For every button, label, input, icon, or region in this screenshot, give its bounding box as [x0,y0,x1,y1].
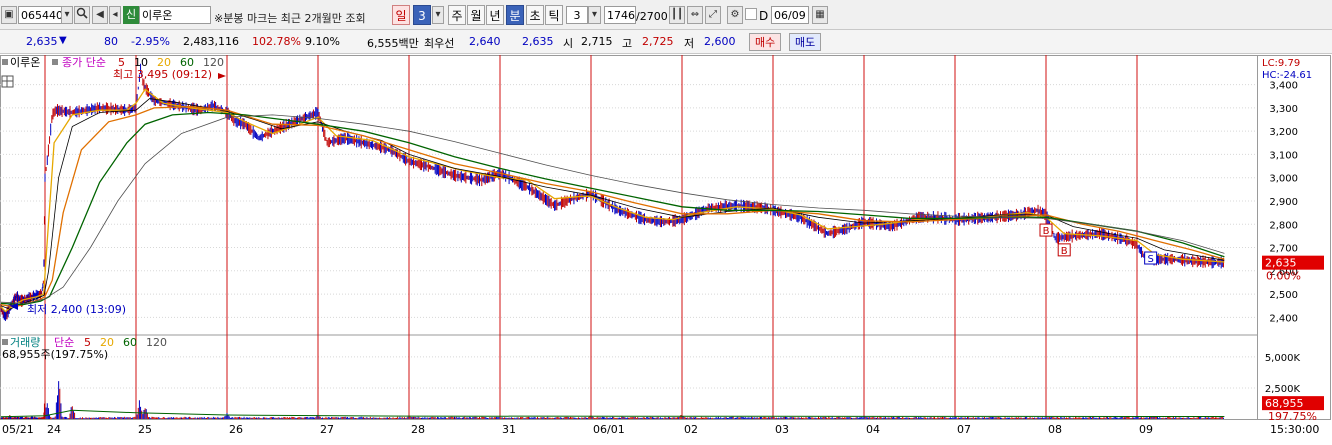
price-tick-label: 2,800 [1269,220,1298,231]
quote-bar: 2,635 ▼ 80 -2.95% 2,483,116 102.78% 9.10… [0,30,1332,54]
low-label: 저 [684,37,695,50]
fit-icon[interactable]: ⇔ [687,6,703,24]
period-week[interactable]: 주 [448,5,466,25]
date-checkbox[interactable] [745,8,757,20]
period-day[interactable]: 일 [392,5,410,25]
x-axis-label: 05/21 [2,423,34,436]
price-tick-label: 2,400 [1269,313,1298,324]
last-volume-pct-label: 197.75% [1268,410,1317,423]
price-tick-label: 3,000 [1269,174,1298,185]
change-down-icon: ▼ [59,35,67,46]
current-price: 2,635 [26,35,58,48]
min-price-label: 최저 2,400 (13:09) [27,303,126,316]
high-price: 2,725 [642,35,674,48]
legend-stock-name: 이루온 [10,56,40,69]
best-bid: 2,635 [522,35,554,48]
trade-mark-label: S [1147,254,1153,265]
legend-marker [2,339,8,345]
period-month[interactable]: 월 [467,5,485,25]
max-price-label: 최고 3,495 (09:12) [113,68,212,81]
volume-legend-value: 68,955주(197.75%) [2,348,108,361]
last-price-label: 2,635 [1265,257,1297,270]
buy-button[interactable]: 매수 [749,33,782,51]
x-axis-label: 26 [229,423,243,436]
open-label: 시 [563,37,574,50]
chart-toolbar: ▣ 065440 ▾ ◀ ◂ 신 이루온 ※분봉 마크는 최근 2개월만 조회 … [0,0,1332,30]
credit-badge: 신 [123,6,140,24]
zoom-icon[interactable]: ⤢ [705,6,721,24]
interval-dropdown-icon[interactable]: ▾ [588,6,601,24]
x-axis-label: 07 [957,423,971,436]
hc-label: HC:-24.61 [1262,70,1312,81]
volume-legend-ma: 60 [123,336,137,349]
last-volume-label: 68,955 [1265,397,1304,410]
date-flag: D [759,9,769,23]
prev-icon[interactable]: ◂ [109,6,121,24]
price-tick-label: 2,700 [1269,244,1298,255]
lc-label: LC:9.79 [1262,58,1300,69]
best-quote-label: 최우선 [424,37,455,50]
stock-name-field[interactable]: 이루온 [139,6,211,24]
volume-ratio: 102.78% [252,35,301,48]
settings-icon[interactable]: ⚙ [727,6,743,24]
x-axis-label: 02 [684,423,698,436]
x-axis-label: 25 [138,423,152,436]
x-axis-label: 09 [1139,423,1153,436]
best-ask: 2,640 [469,35,501,48]
x-axis-label: 03 [775,423,789,436]
count-input[interactable]: 1746 [604,6,636,24]
price-chart[interactable]: 3,400 3,300 3,200 3,100 3,000 2,900 2,800 2,700… [0,55,1332,445]
x-axis-label: 08 [1048,423,1062,436]
volume-legend-ma: 120 [146,336,167,349]
price-tick-label: 3,100 [1269,150,1298,161]
date-input[interactable]: 06/09 [771,6,809,24]
interval-input[interactable]: 3 [566,6,588,24]
notice-text: ※분봉 마크는 최근 2개월만 조회 [214,12,366,25]
x-axis-label: 27 [320,423,334,436]
candle-icon[interactable]: ┃┃ [669,6,685,24]
legend-marker [2,59,8,65]
speaker-icon[interactable]: ◀ [92,6,108,24]
price-tick-label: 3,300 [1269,104,1298,115]
x-axis-label: 24 [47,423,61,436]
sell-button[interactable]: 매도 [789,33,822,51]
x-axis-label: 04 [866,423,880,436]
volume-value: 2,483,116 [183,35,239,48]
turnover-rate: 9.10% [305,35,340,48]
price-tick-label: 2,500 [1269,290,1298,301]
volume-tick-label: 5,000K [1265,353,1301,364]
period-tick[interactable]: 틱 [545,5,563,25]
period-minute[interactable]: 분 [506,5,524,25]
high-label: 고 [622,37,633,50]
search-icon[interactable] [74,6,90,24]
trade-mark-label: B [1043,226,1050,237]
legend-marker [52,59,58,65]
trade-amount: 6,555백만 [367,37,419,50]
trade-mark-label: B [1061,246,1068,257]
period-second[interactable]: 초 [526,5,544,25]
dropdown-arrow-icon[interactable]: ▾ [61,6,73,24]
count-total: /2700 [636,10,668,23]
volume-tick-label: 2,500K [1265,384,1301,395]
calendar-icon[interactable]: ▦ [812,6,828,24]
legend-kind: 종가 단순 [62,56,106,69]
period-value[interactable]: 3 [413,5,431,25]
price-tick-label: 3,400 [1269,81,1298,92]
x-axis-label: 28 [411,423,425,436]
price-tick-label: 3,200 [1269,127,1298,138]
low-price: 2,600 [704,35,736,48]
time-label: 15:30:00 [1270,423,1319,436]
window-icon[interactable]: ▣ [1,6,17,24]
open-price: 2,715 [581,35,613,48]
period-dropdown-icon[interactable]: ▾ [432,6,444,24]
price-change: 80 [104,35,118,48]
price-change-pct: -2.95% [131,35,170,48]
code-input[interactable]: 065440 [18,6,63,24]
price-tick-label: 2,900 [1269,197,1298,208]
period-year[interactable]: 년 [486,5,504,25]
x-axis-label: 31 [502,423,516,436]
x-axis-label: 06/01 [593,423,625,436]
last-pct-label: 0.00% [1266,270,1301,283]
